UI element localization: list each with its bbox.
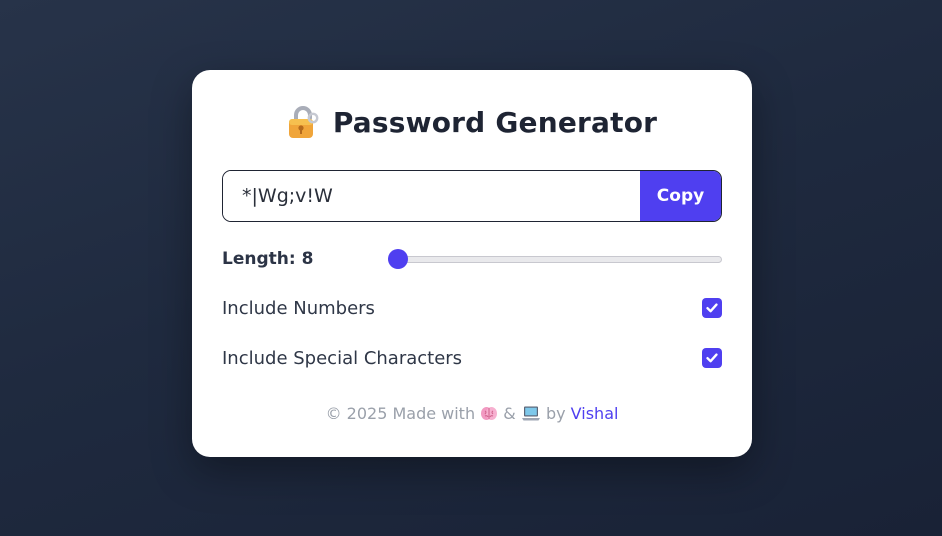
copy-button[interactable]: Copy [640,171,721,221]
option-label-numbers: Include Numbers [222,297,375,319]
checkmark-icon [706,353,718,363]
option-label-special: Include Special Characters [222,347,463,369]
slider-track[interactable] [388,256,722,263]
length-control: Length: 8 [222,245,722,273]
option-include-special: Include Special Characters [222,344,722,372]
footer-amp: & [503,404,516,423]
footer-by: by [545,404,566,423]
brain-icon [480,405,498,426]
include-numbers-checkbox[interactable] [702,298,722,318]
option-include-numbers: Include Numbers [222,294,722,322]
include-special-checkbox[interactable] [702,348,722,368]
author-link[interactable]: Vishal [571,404,619,423]
length-label: Length: 8 [222,249,314,269]
laptop-icon [521,405,541,426]
slider-thumb[interactable] [388,249,408,269]
lock-icon [287,105,319,139]
password-field-group: Copy [222,170,722,222]
password-generator-card: Password Generator Copy Length: 8 Includ… [192,70,752,457]
checkmark-icon [706,303,718,313]
password-output[interactable] [223,171,640,221]
footer: © 2025 Made with & by Vishal [192,404,752,426]
header: Password Generator [192,100,752,144]
length-slider[interactable] [388,249,722,269]
page-title: Password Generator [332,105,658,139]
footer-prefix: © 2025 Made with [325,404,476,423]
